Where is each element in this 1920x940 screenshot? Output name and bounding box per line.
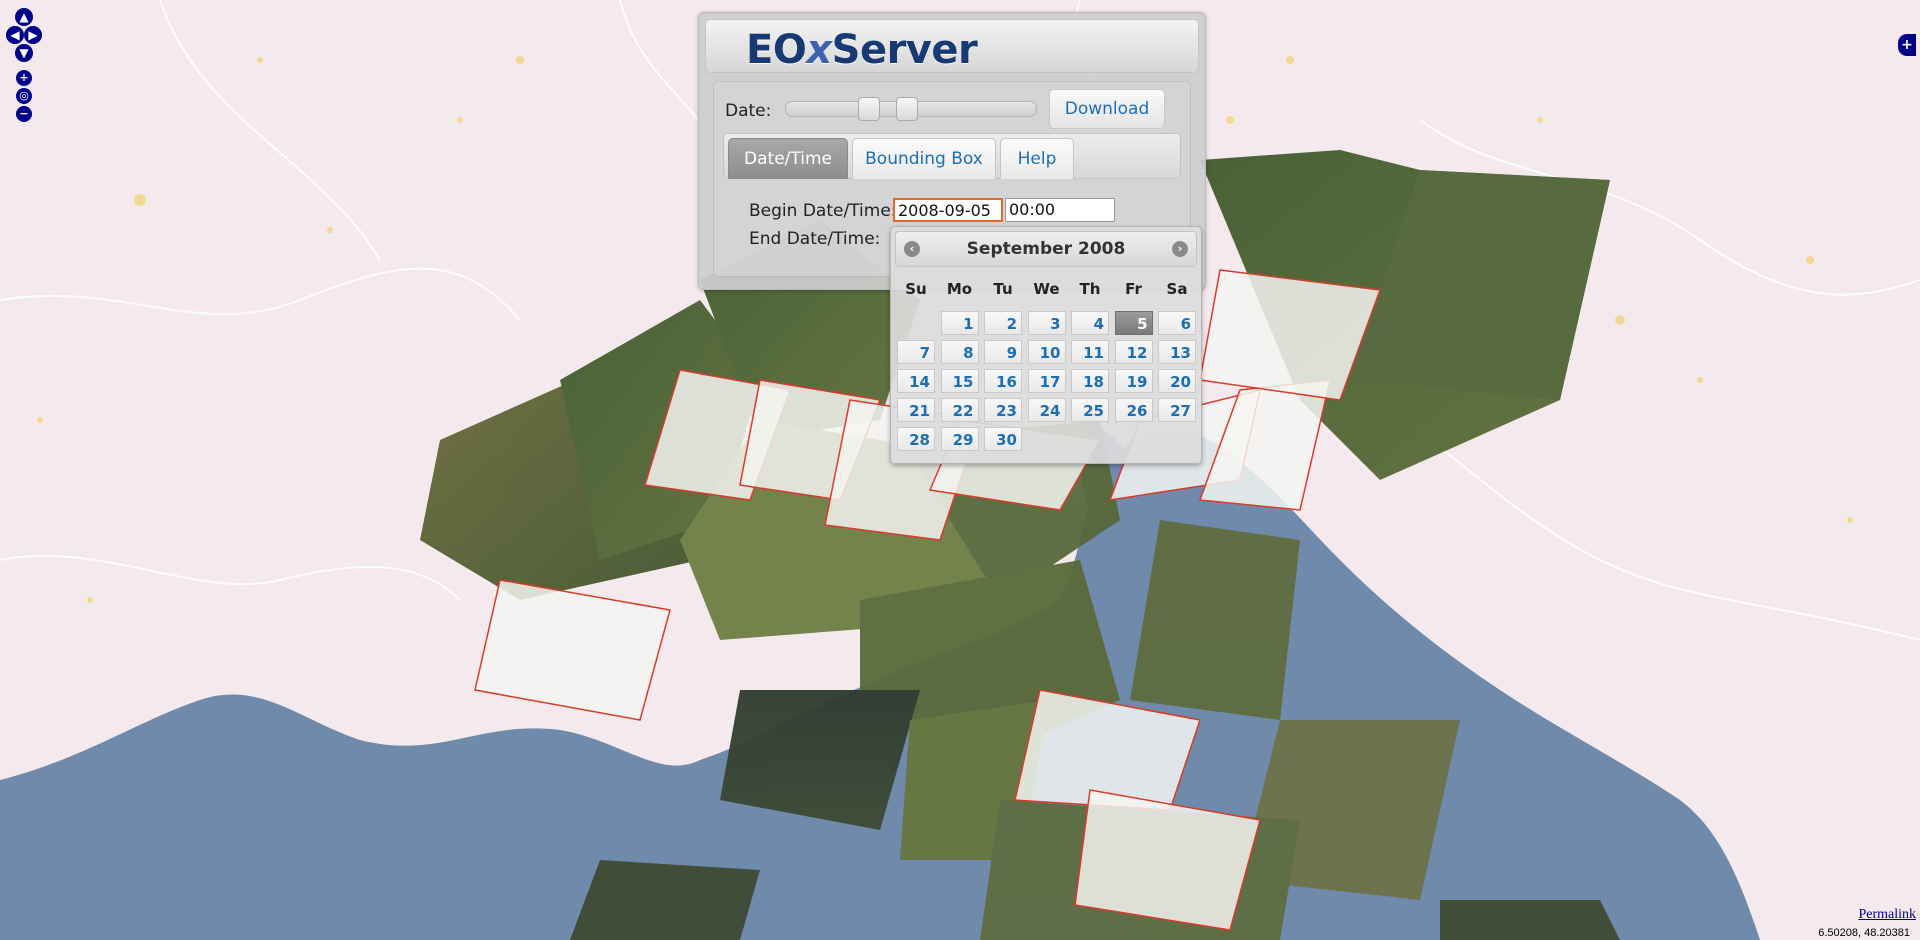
weekday-header: Fr [1125,280,1142,298]
datepicker-title: September 2008 [966,239,1126,259]
weekday-header: Sa [1166,280,1188,298]
calendar-day[interactable]: 4 [1071,311,1109,335]
calendar-day[interactable]: 23 [984,398,1022,422]
calendar-day[interactable]: 17 [1027,369,1066,393]
weekday-header: Su [905,280,927,298]
calendar-day[interactable]: 19 [1114,369,1153,393]
calendar-day[interactable]: 29 [940,427,979,451]
calendar-day[interactable]: 10 [1027,340,1066,364]
next-month-icon[interactable]: › [1172,241,1188,257]
calendar-day[interactable]: 28 [897,427,935,451]
pan-left-icon[interactable]: ◀ [6,26,24,44]
weekday-header: We [1033,280,1060,298]
calendar-day[interactable]: 20 [1158,369,1196,393]
mouse-coordinates: 6.50208, 48.20381 [1818,927,1910,939]
weekday-header: Tu [993,280,1013,298]
calendar-day[interactable]: 15 [940,369,979,393]
calendar-day[interactable]: 14 [897,369,935,393]
calendar-day[interactable]: 30 [984,427,1022,451]
calendar-day[interactable]: 3 [1027,311,1066,335]
eoxserver-logo: EOxServer [746,27,978,73]
calendar-day[interactable]: 16 [984,369,1022,393]
tab-date-time[interactable]: Date/Time [728,138,848,179]
calendar-day[interactable]: 22 [940,398,979,422]
slider-end-handle[interactable] [896,97,918,121]
slider-start-handle[interactable] [858,97,880,121]
download-button[interactable]: Download [1049,89,1165,129]
calendar-day[interactable]: 25 [1071,398,1109,422]
calendar-day[interactable]: 27 [1158,398,1196,422]
begin-date-input[interactable] [893,198,1003,222]
permalink-link[interactable]: Permalink [1858,907,1916,923]
zoom-out-icon[interactable]: − [16,106,32,122]
calendar-day[interactable]: 8 [940,340,979,364]
datepicker: ‹ September 2008 › Su Mo Tu We Th Fr Sa 123456… [890,226,1202,464]
pan-down-icon[interactable]: ▼ [15,44,33,62]
calendar-day[interactable]: 11 [1071,340,1109,364]
calendar-day[interactable]: 2 [984,311,1022,335]
calendar-day[interactable]: 26 [1114,398,1153,422]
calendar-day[interactable]: 18 [1071,369,1109,393]
tab-help[interactable]: Help [1000,138,1074,179]
end-date-time-label: End Date/Time: [749,229,881,249]
date-label: Date: [725,101,772,121]
calendar-day[interactable]: 7 [897,340,935,364]
calendar-day[interactable]: 6 [1158,311,1196,335]
begin-date-time-label: Begin Date/Time: [749,201,897,221]
layer-switcher-icon[interactable]: + [1898,34,1916,56]
calendar-day[interactable]: 12 [1114,340,1153,364]
zoom-world-icon[interactable]: ◎ [16,88,32,104]
calendar-day[interactable]: 24 [1027,398,1066,422]
pan-right-icon[interactable]: ▶ [24,26,42,44]
panel-header: EOxServer [705,19,1199,73]
datepicker-header: ‹ September 2008 › [895,231,1197,267]
pan-up-icon[interactable]: ▲ [15,8,33,26]
calendar-day[interactable]: 13 [1158,340,1196,364]
zoom-in-icon[interactable]: + [16,70,32,86]
calendar-day-selected[interactable]: 5 [1114,311,1153,335]
weekday-header: Mo [946,280,973,298]
calendar-day[interactable]: 21 [897,398,935,422]
tab-bar: Date/Time Bounding Box Help [723,133,1181,179]
calendar-day[interactable]: 9 [984,340,1022,364]
pan-zoom-control: ▲ ◀ ▶ ▼ + ◎ − [6,8,42,128]
tab-bounding-box[interactable]: Bounding Box [852,138,996,179]
weekday-header: Th [1079,280,1101,298]
calendar-day[interactable]: 1 [940,311,979,335]
date-range-slider[interactable] [785,97,1037,121]
begin-time-input[interactable] [1005,198,1115,222]
